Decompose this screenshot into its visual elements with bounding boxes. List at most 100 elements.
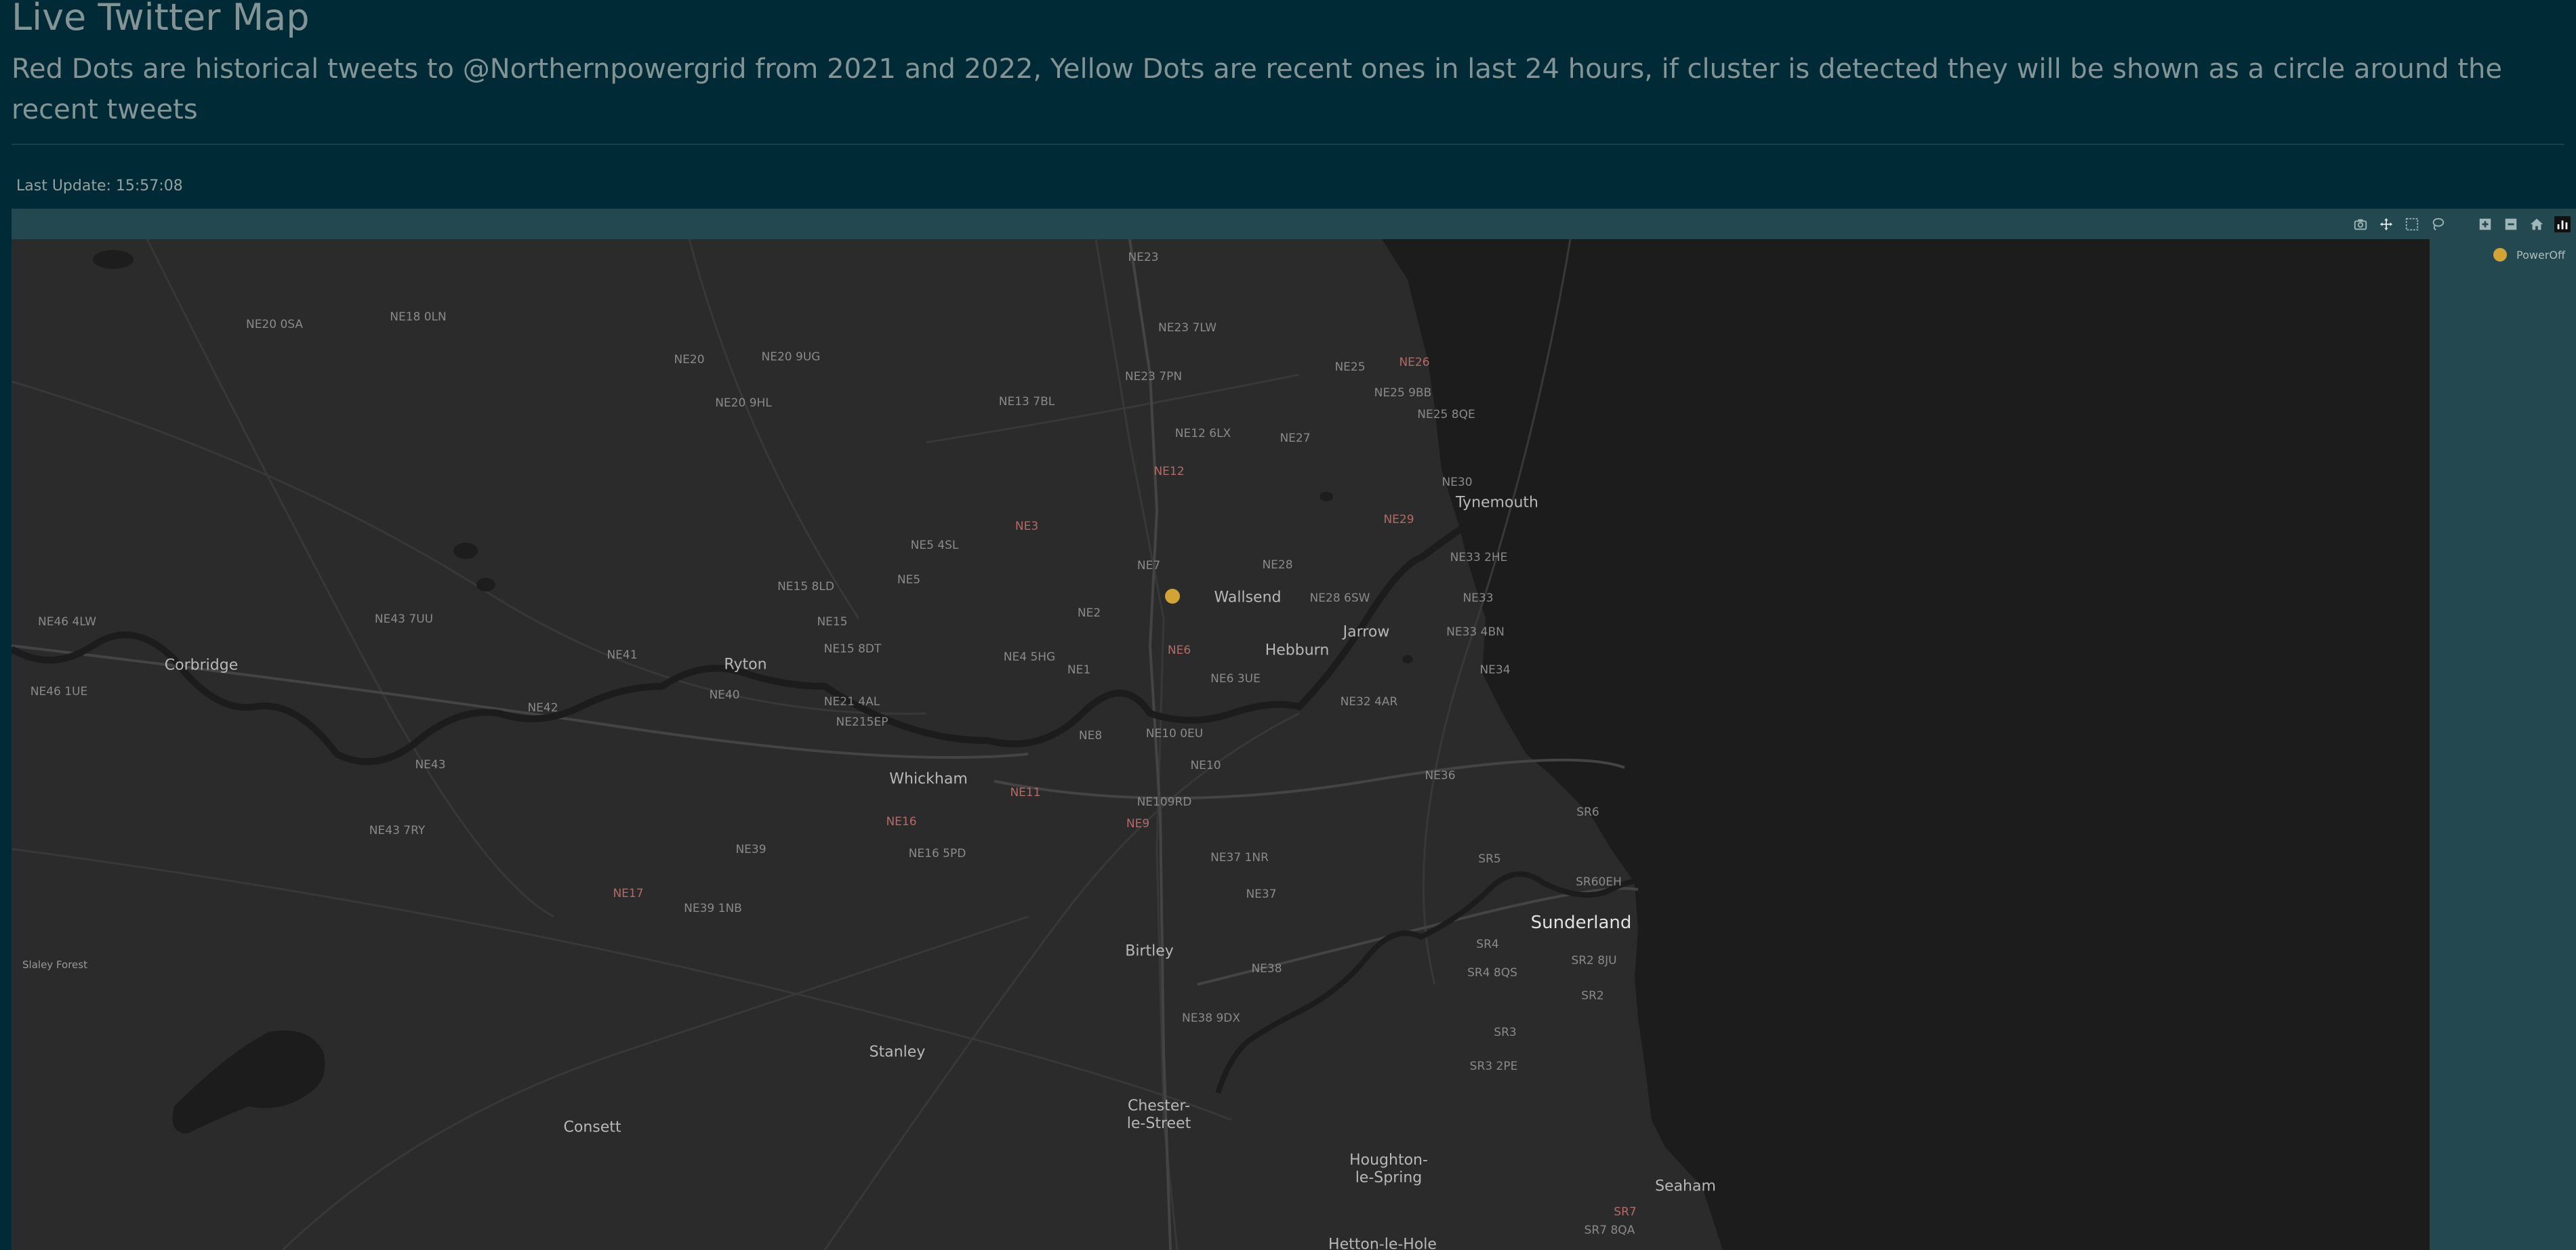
place-label: NE38 — [1251, 962, 1282, 976]
place-label: SR3 — [1494, 1026, 1517, 1039]
place-label: NE6 3UE — [1210, 672, 1261, 686]
place-label-line: Houghton- — [1349, 1152, 1428, 1169]
place-label: NE23 7PN — [1124, 370, 1183, 383]
place-label-chester-le-street: Chester- le-Street — [1127, 1098, 1191, 1133]
modebar — [2352, 214, 2571, 234]
place-label: NE20 — [674, 353, 705, 367]
place-label: NE46 1UE — [30, 685, 88, 699]
place-label: NE15 — [817, 615, 848, 629]
place-label: SR6 — [1576, 806, 1599, 819]
place-label: NE43 7RY — [369, 824, 426, 837]
place-label: NE38 9DX — [1181, 1012, 1241, 1025]
place-label: NE26 — [1399, 356, 1430, 369]
place-label: Hebburn — [1265, 642, 1330, 659]
place-label: Stanley — [869, 1043, 926, 1061]
place-label: NE18 0LN — [390, 310, 447, 324]
place-label: NE109RD — [1137, 795, 1192, 809]
page-title: Live Twitter Map — [12, 0, 310, 39]
place-label: NE13 7BL — [998, 395, 1055, 409]
place-label: NE27 — [1280, 432, 1311, 445]
place-label: NE16 5PD — [908, 847, 966, 860]
place-label: Corbridge — [164, 657, 239, 674]
place-label: NE7 — [1137, 559, 1161, 572]
place-label: NE15 8DT — [823, 642, 882, 656]
place-label: Ryton — [724, 656, 767, 673]
place-label: NE5 — [897, 573, 921, 587]
basemap — [12, 239, 2430, 1250]
place-label: SR5 — [1478, 852, 1501, 866]
legend[interactable]: PowerOff — [2493, 248, 2565, 262]
place-label: SR2 — [1581, 989, 1604, 1003]
place-label: SR2 8JU — [1571, 954, 1617, 967]
place-label: Slaley Forest — [22, 959, 87, 971]
legend-swatch-poweroff — [2493, 248, 2507, 262]
zoom-out-icon[interactable] — [2503, 216, 2519, 232]
place-label: NE37 — [1246, 888, 1277, 901]
place-label: SR7 — [1614, 1205, 1637, 1219]
recent-tweet-dot[interactable] — [1165, 589, 1180, 604]
zoom-in-icon[interactable] — [2477, 216, 2493, 232]
place-label: NE20 9HL — [715, 396, 772, 410]
place-label: NE3 — [1015, 520, 1039, 533]
place-label: NE33 2HE — [1450, 551, 1508, 564]
place-label: NE41 — [607, 648, 638, 662]
last-update-text: Last Update: 15:57:08 — [16, 178, 183, 194]
place-label: NE11 — [1010, 786, 1041, 799]
place-label: NE16 — [886, 815, 917, 829]
page-subtitle: Red Dots are historical tweets to @North… — [12, 54, 2502, 125]
place-label: NE28 6SW — [1309, 591, 1370, 605]
place-label: NE10 — [1190, 759, 1221, 772]
river-tyne — [12, 520, 1471, 766]
place-label: NE4 5HG — [1003, 650, 1056, 664]
place-label: NE10 0EU — [1145, 727, 1204, 741]
place-label: NE39 — [735, 843, 766, 856]
place-label: NE30 — [1442, 476, 1473, 489]
place-label: NE21 4AL — [823, 695, 880, 709]
place-label: NE25 8QE — [1417, 408, 1475, 421]
place-label: NE25 9BB — [1374, 386, 1432, 400]
sea — [1382, 239, 2430, 1250]
place-label-line: Chester- — [1127, 1098, 1191, 1114]
map-graph[interactable]: PowerOff NE23 NE20 0SA NE18 0LN NE23 7LW… — [12, 209, 2576, 1250]
place-label: Birtley — [1125, 942, 1174, 960]
camera-icon[interactable] — [2352, 216, 2369, 232]
place-label: SR4 8QS — [1467, 966, 1517, 980]
place-label: NE23 — [1128, 251, 1159, 264]
place-label: SR7 8QA — [1584, 1224, 1635, 1237]
place-label-line: le-Spring — [1355, 1169, 1423, 1186]
place-label: NE20 9UG — [761, 350, 821, 364]
place-label-houghton-le-spring: Houghton- le-Spring — [1349, 1152, 1428, 1187]
place-label: NE46 4LW — [37, 615, 97, 629]
pan-icon[interactable] — [2378, 216, 2394, 232]
reservoir — [172, 1030, 325, 1133]
place-label: NE37 1NR — [1210, 851, 1269, 864]
box-select-icon[interactable] — [2404, 216, 2420, 232]
place-label: SR60EH — [1576, 875, 1622, 889]
place-label: NE12 6LX — [1174, 427, 1231, 440]
place-label: NE5 4SL — [910, 539, 959, 552]
legend-label-poweroff: PowerOff — [2516, 248, 2565, 262]
place-label: NE39 1NB — [684, 902, 742, 915]
place-label: NE6 — [1167, 644, 1191, 657]
place-label: NE17 — [613, 887, 644, 900]
plotly-logo-icon[interactable] — [2554, 216, 2571, 232]
place-label: Tynemouth — [1456, 494, 1538, 512]
place-label: Whickham — [889, 770, 968, 788]
place-label: NE43 7UU — [374, 612, 434, 626]
place-label-line: le-Street — [1126, 1115, 1191, 1132]
place-label: Hetton-le-Hole — [1328, 1236, 1437, 1250]
place-label: NE12 — [1153, 465, 1185, 478]
place-label: NE9 — [1126, 817, 1150, 831]
place-label: NE8 — [1078, 729, 1103, 743]
home-icon[interactable] — [2529, 216, 2545, 232]
place-label: Sunderland — [1530, 913, 1632, 933]
place-label: NE25 — [1334, 360, 1366, 374]
place-label: NE32 4AR — [1340, 695, 1398, 709]
place-label: NE33 — [1463, 591, 1494, 605]
place-label: NE34 — [1479, 663, 1511, 677]
place-label: NE40 — [709, 688, 740, 702]
map-canvas[interactable]: NE23 NE20 0SA NE18 0LN NE23 7LW NE20 NE2… — [12, 239, 2430, 1250]
lasso-select-icon[interactable] — [2430, 216, 2446, 232]
place-label: NE215EP — [836, 715, 888, 729]
place-label: Jarrow — [1343, 623, 1390, 641]
